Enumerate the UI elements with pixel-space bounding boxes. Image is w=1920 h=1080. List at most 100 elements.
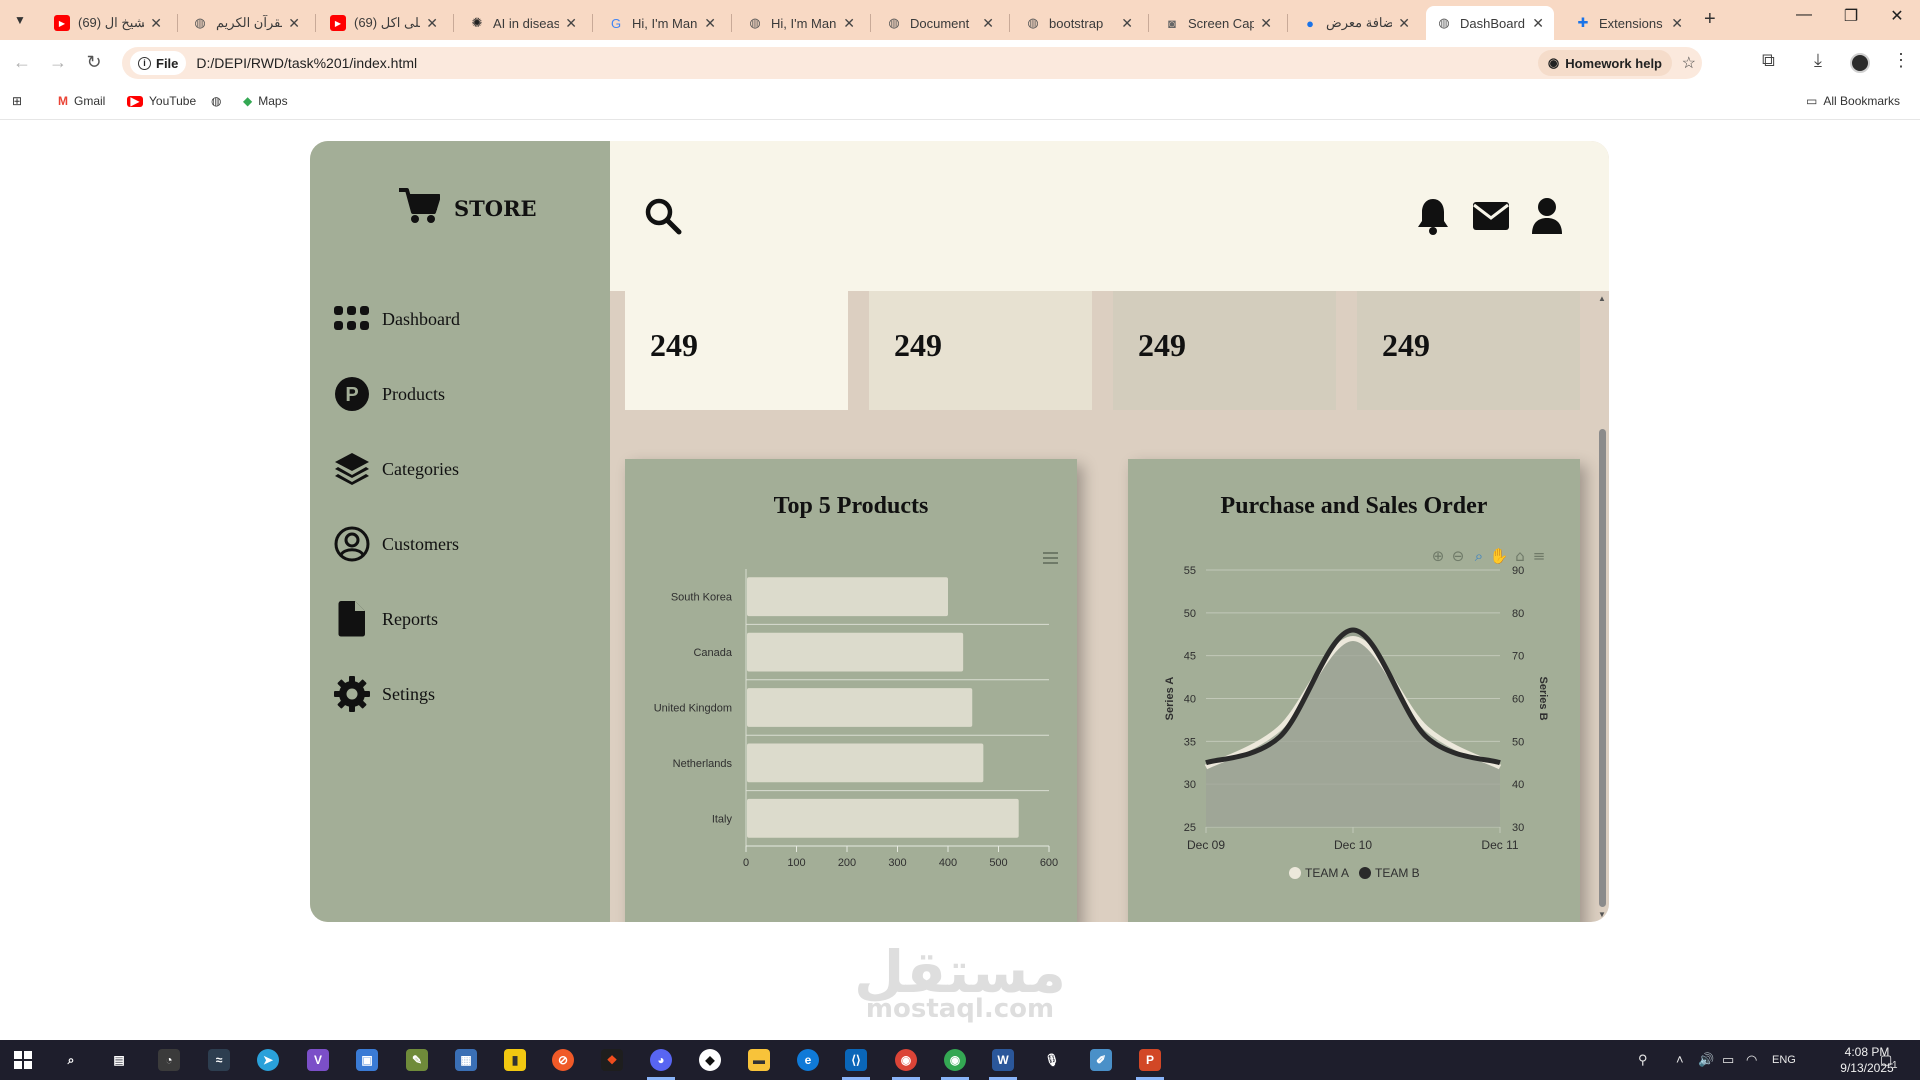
zoom-in-icon[interactable]: ⊕ <box>1432 547 1445 565</box>
minimize-button[interactable]: — <box>1784 6 1824 24</box>
powerpoint-icon[interactable]: P <box>1139 1049 1161 1071</box>
envelope-icon[interactable] <box>1472 201 1510 236</box>
chrome-icon[interactable]: ◉ <box>895 1049 917 1071</box>
zoom-out-icon[interactable]: ⊖ <box>1452 547 1465 565</box>
browser-tab[interactable]: G Hi, I'm Mana ✕ <box>598 6 726 40</box>
app-icon[interactable]: ⊘ <box>552 1049 574 1071</box>
tab-search-button[interactable]: ▼ <box>8 8 32 32</box>
scroll-thumb[interactable] <box>1599 429 1606 907</box>
notepad-icon[interactable]: ✐ <box>1090 1049 1112 1071</box>
browser-tab[interactable]: ◍ Hi, I'm Mana ✕ <box>737 6 865 40</box>
scroll-up-arrow[interactable]: ▲ <box>1598 294 1606 303</box>
search-taskbar-icon[interactable]: ⌕ <box>60 1049 82 1071</box>
bar[interactable] <box>747 743 984 783</box>
browser-tab[interactable]: ◍ DashBoard ✕ <box>1426 6 1554 40</box>
browser-tab[interactable]: ◍ Document ✕ <box>876 6 1004 40</box>
apps-grid-icon[interactable]: ⊞ <box>12 94 22 108</box>
telegram-icon[interactable]: ➤ <box>257 1049 279 1071</box>
figma-icon[interactable]: ❖ <box>601 1049 623 1071</box>
bar[interactable] <box>747 632 964 672</box>
bookmark-star-icon[interactable]: ☆ <box>1682 53 1696 73</box>
visual-studio-icon[interactable]: V <box>307 1049 329 1071</box>
address-bar[interactable]: i File D:/DEPI/RWD/task%201/index.html ◉… <box>122 47 1702 79</box>
notification-icon[interactable]: ▢ <box>1880 1052 1892 1068</box>
bookmark-youtube[interactable]: ▶ YouTube <box>127 94 196 108</box>
tab-close-icon[interactable]: ✕ <box>565 15 577 32</box>
windows-start-icon[interactable] <box>12 1049 34 1071</box>
bar[interactable] <box>747 798 1019 838</box>
app-icon[interactable]: ◆ <box>699 1049 721 1071</box>
home-icon[interactable]: ⌂ <box>1515 547 1525 565</box>
chrome-profile-icon[interactable]: ◉ <box>944 1049 966 1071</box>
tab-close-icon[interactable]: ✕ <box>982 15 994 32</box>
bookmark-gmail[interactable]: M Gmail <box>58 94 105 108</box>
volume-icon[interactable]: 🔊 <box>1698 1052 1714 1068</box>
language-indicator[interactable]: ENG <box>1772 1054 1796 1066</box>
brand[interactable]: STORE <box>398 187 537 230</box>
sidebar-item-dashboard[interactable]: Dashboard <box>334 301 460 337</box>
app-icon[interactable]: ✎ <box>406 1049 428 1071</box>
legend-label[interactable]: TEAM B <box>1375 866 1420 880</box>
wifi-icon[interactable]: ◠ <box>1746 1052 1757 1068</box>
user-icon[interactable] <box>1531 197 1563 240</box>
sidebar-item-customers[interactable]: Customers <box>334 526 459 562</box>
tab-close-icon[interactable]: ✕ <box>288 15 300 32</box>
app-icon[interactable]: ◔ <box>158 1049 180 1071</box>
bar[interactable] <box>747 577 948 617</box>
globe-bookmark-icon[interactable]: ◍ <box>211 94 221 108</box>
legend-label[interactable]: TEAM A <box>1305 866 1349 880</box>
file-explorer-icon[interactable]: ▬ <box>748 1049 770 1071</box>
browser-tab[interactable]: ▶ (69) احلى اكل ✕ <box>320 6 448 40</box>
chevron-up-icon[interactable]: ˄ <box>1676 1052 1684 1067</box>
sidebar-item-products[interactable]: P Products <box>334 376 445 412</box>
tab-close-icon[interactable]: ✕ <box>843 15 855 32</box>
browser-tab[interactable]: ◙ Screen Captu ✕ <box>1154 6 1282 40</box>
restore-button[interactable]: ❐ <box>1831 6 1871 26</box>
bell-icon[interactable] <box>1416 197 1450 240</box>
download-icon[interactable]: ⤓ <box>1814 50 1822 71</box>
site-info-chip[interactable]: i File <box>130 51 187 75</box>
reload-button[interactable]: ↻ <box>82 52 106 73</box>
browser-tab[interactable]: ◍ bootstrap ✕ <box>1015 6 1143 40</box>
scroll-down-arrow[interactable]: ▼ <box>1598 910 1606 919</box>
tab-close-icon[interactable]: ✕ <box>426 15 438 32</box>
profile-avatar[interactable] <box>1850 53 1870 73</box>
menu-icon[interactable]: ≡ <box>1533 547 1546 565</box>
chart-menu-icon[interactable] <box>1043 552 1058 564</box>
tab-close-icon[interactable]: ✕ <box>1260 15 1272 32</box>
sidebar-item-reports[interactable]: Reports <box>334 601 438 637</box>
app-icon[interactable]: ≈ <box>208 1049 230 1071</box>
vscode-icon[interactable]: ⟨⟩ <box>845 1049 867 1071</box>
browser-tab[interactable]: ▶ (69) الشيخ ال ✕ <box>44 6 172 40</box>
forward-button[interactable]: → <box>46 52 70 73</box>
app-icon[interactable]: ▦ <box>455 1049 477 1071</box>
new-tab-button[interactable]: + <box>1704 8 1716 31</box>
sidebar-item-settings[interactable]: Setings <box>334 676 435 712</box>
sidebar-item-categories[interactable]: Categories <box>334 451 459 487</box>
app-icon[interactable]: ▣ <box>356 1049 378 1071</box>
tab-close-icon[interactable]: ✕ <box>704 15 716 32</box>
browser-tab[interactable]: ◍ القرآن الكريم ✕ <box>182 6 310 40</box>
close-window-button[interactable]: ✕ <box>1877 6 1917 26</box>
top-products-chart[interactable]: South Korea Canada United Kingdom Netherlan… <box>625 459 1077 922</box>
person-icon[interactable]: ⚲ <box>1638 1052 1648 1068</box>
browser-tab[interactable]: ✚ Extensions - ✕ <box>1565 6 1693 40</box>
url-text[interactable]: D:/DEPI/RWD/task%201/index.html <box>196 55 417 71</box>
bookmark-maps[interactable]: ◆ Maps <box>243 94 288 108</box>
zoom-select-icon[interactable]: ⌕ <box>1475 547 1483 565</box>
pan-hand-icon[interactable]: ✋ <box>1490 547 1509 565</box>
tab-close-icon[interactable]: ✕ <box>1398 15 1410 32</box>
tab-close-icon[interactable]: ✕ <box>1671 15 1683 32</box>
tab-close-icon[interactable]: ✕ <box>1532 15 1544 32</box>
power-bi-icon[interactable]: ▮ <box>504 1049 526 1071</box>
search-icon[interactable] <box>644 197 682 240</box>
browser-tab[interactable]: ✺ AI in disease ✕ <box>459 6 587 40</box>
content-scrollbar[interactable]: ▲ ▼ <box>1596 291 1608 922</box>
microphone-icon[interactable]: 🎙 <box>1041 1049 1063 1071</box>
extensions-icon[interactable]: ⧉ <box>1762 50 1775 71</box>
tab-close-icon[interactable]: ✕ <box>1121 15 1133 32</box>
all-bookmarks[interactable]: ▭ All Bookmarks <box>1806 94 1900 108</box>
task-view-icon[interactable]: ▤ <box>108 1049 130 1071</box>
tab-close-icon[interactable]: ✕ <box>150 15 162 32</box>
discord-icon[interactable]: ◕ <box>650 1049 672 1071</box>
